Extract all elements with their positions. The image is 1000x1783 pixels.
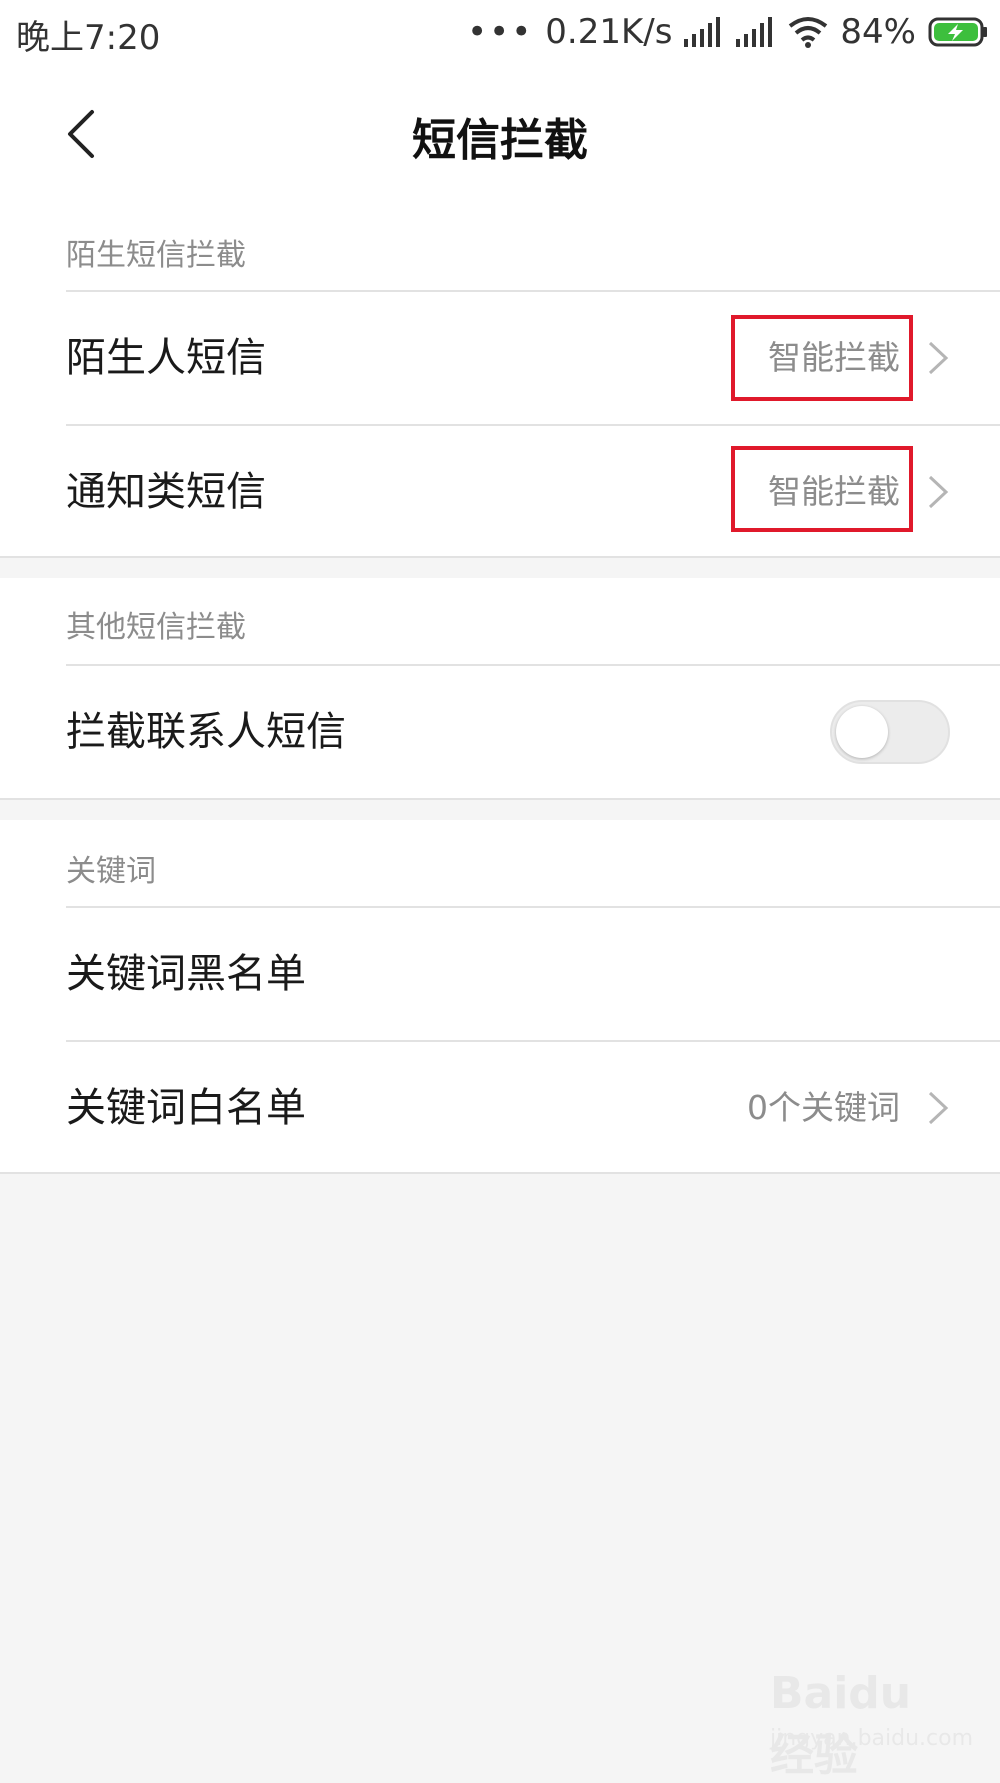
network-speed: 0.21K/s [545, 12, 673, 52]
group-border [0, 556, 1000, 558]
battery-charging-icon [928, 17, 987, 47]
chevron-right-icon [928, 475, 949, 509]
section-keywords: 关键词 关键词黑名单 关键词白名单 0个关键词 [0, 820, 1000, 1172]
row-label: 通知类短信 [66, 469, 266, 515]
highlight-box [731, 315, 913, 401]
highlight-box [731, 446, 913, 532]
chevron-right-icon [928, 1091, 949, 1125]
status-right: ••• 0.21K/s 84% [467, 10, 990, 54]
group-border [0, 1172, 1000, 1174]
row-label: 拦截联系人短信 [66, 709, 346, 755]
group-border [0, 798, 1000, 800]
more-notifications-icon: ••• [467, 12, 534, 52]
status-bar: 晚上7:20 ••• 0.21K/s 84% [0, 0, 1000, 64]
baidu-watermark: Baidu 经验 jingyan.baidu.com [760, 1666, 973, 1781]
row-value: 0个关键词 [747, 1088, 900, 1127]
chevron-right-icon [928, 341, 949, 375]
signal-icon [684, 17, 721, 47]
page-title: 短信拦截 [412, 115, 588, 166]
row-block-contacts-sms: 拦截联系人短信 [0, 666, 1000, 798]
row-label: 陌生人短信 [66, 335, 266, 381]
status-time: 晚上7:20 [16, 18, 161, 58]
signal-icon-2 [736, 17, 773, 47]
row-label: 关键词白名单 [66, 1085, 306, 1131]
row-keyword-whitelist[interactable]: 关键词白名单 0个关键词 [0, 1042, 1000, 1174]
section-other-sms: 其他短信拦截 拦截联系人短信 [0, 578, 1000, 798]
row-label: 关键词黑名单 [66, 951, 306, 997]
app-header: 短信拦截 [0, 64, 1000, 206]
section-title: 其他短信拦截 [66, 610, 246, 645]
wifi-icon [789, 17, 828, 48]
section-title: 陌生短信拦截 [66, 238, 246, 273]
section-title: 关键词 [66, 854, 156, 889]
toggle-knob [836, 706, 888, 758]
row-keyword-blacklist[interactable]: 关键词黑名单 [0, 908, 1000, 1040]
block-contacts-toggle[interactable] [830, 700, 950, 764]
watermark-sub: jingyan.baidu.com [770, 1726, 974, 1751]
battery-percent: 84% [840, 12, 916, 52]
